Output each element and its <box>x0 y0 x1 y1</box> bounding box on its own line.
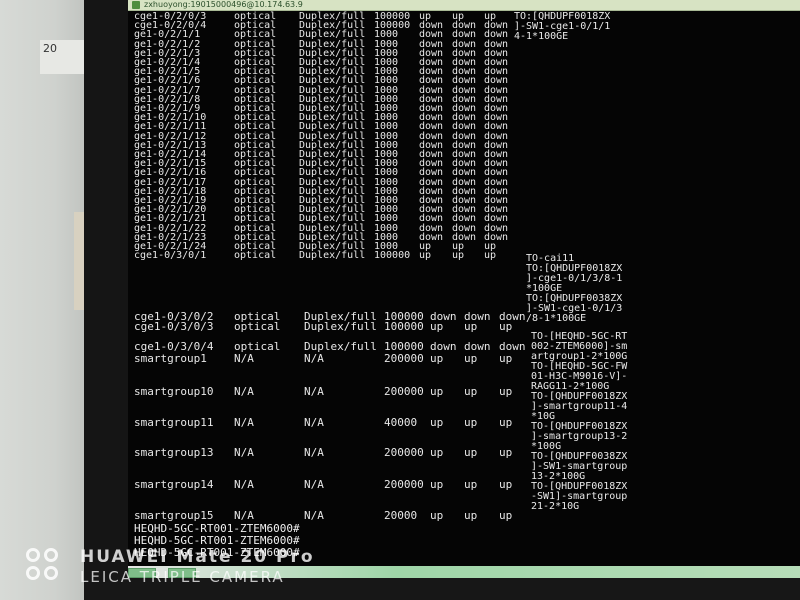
interface-port: cge1-0/3/0/1 <box>134 250 207 262</box>
interface-admin: up <box>430 416 444 429</box>
interface-port: smartgroup11 <box>134 416 214 429</box>
camera-logo-icon <box>26 548 62 584</box>
interface-phy: down <box>464 340 491 353</box>
interface-duplex: Duplex/full <box>304 340 377 353</box>
interface-type: N/A <box>234 352 254 365</box>
interface-admin: up <box>430 320 444 333</box>
interface-duplex: N/A <box>304 509 324 522</box>
watermark-camera: LEICA TRIPLE CAMERA <box>80 568 285 586</box>
interface-port: cge1-0/3/0/4 <box>134 340 214 353</box>
interface-speed: 40000 <box>384 416 418 429</box>
interface-admin: up <box>430 385 444 398</box>
interface-admin: up <box>430 509 444 522</box>
interface-admin: down <box>430 340 457 353</box>
interface-phy: up <box>464 416 478 429</box>
interface-speed: 20000 <box>384 509 418 522</box>
interface-proto: up <box>499 478 513 491</box>
interface-speed: 200000 <box>384 446 424 459</box>
interface-duplex: N/A <box>304 416 324 429</box>
interface-phy: up <box>464 385 478 398</box>
interface-speed: 100000 <box>384 340 424 353</box>
interface-proto: up <box>499 352 513 365</box>
interface-speed: 200000 <box>384 478 424 491</box>
interface-proto: down <box>499 340 526 353</box>
interface-admin: up <box>430 352 444 365</box>
watermark-model: HUAWEI Mate 20 Pro <box>80 547 315 567</box>
interface-phy: up <box>452 250 465 262</box>
interface-proto: up <box>499 416 513 429</box>
interface-type: N/A <box>234 478 254 491</box>
interface-proto: up <box>499 385 513 398</box>
interface-type: N/A <box>234 385 254 398</box>
interface-phy: up <box>464 320 478 333</box>
interface-speed: 200000 <box>384 352 424 365</box>
interface-description: TO-[HEQHD-5GC-RT 002-ZTEM6000]-sm artgro… <box>531 331 628 512</box>
interface-duplex: N/A <box>304 478 324 491</box>
interface-admin: up <box>430 478 444 491</box>
interface-speed: 100000 <box>374 250 411 262</box>
terminal-output[interactable]: cge1-0/2/0/3 optical Duplex/full 100000 up up… <box>134 12 794 572</box>
interface-duplex: Duplex/full <box>304 320 377 333</box>
terminal-window-title: zxhuoyong:19015000496@10.174.63.9 <box>144 0 303 9</box>
terminal-app-icon <box>132 1 140 9</box>
interface-duplex: N/A <box>304 352 324 365</box>
wall-note: 20 <box>40 40 88 74</box>
interface-port: smartgroup1 <box>134 352 207 365</box>
monitor-bezel <box>84 0 130 600</box>
interface-duplex: Duplex/full <box>299 250 366 262</box>
interface-speed: 200000 <box>384 385 424 398</box>
interface-port: smartgroup10 <box>134 385 214 398</box>
interface-phy: up <box>464 478 478 491</box>
terminal-title-bar: zxhuoyong:19015000496@10.174.63.9 <box>128 0 800 11</box>
interface-type: optical <box>234 250 277 262</box>
interface-phy: up <box>464 446 478 459</box>
interface-speed: 100000 <box>384 320 424 333</box>
interface-port: cge1-0/3/0/3 <box>134 320 214 333</box>
interface-admin: up <box>430 446 444 459</box>
interface-description: TO:[QHDUPF0038ZX ]-SW1-cge1-0/1/3 /8-1*1… <box>526 293 623 324</box>
interface-duplex: N/A <box>304 446 324 459</box>
interface-phy: up <box>464 509 478 522</box>
interface-proto: up <box>499 446 513 459</box>
interface-admin: up <box>419 250 432 262</box>
interface-port: smartgroup15 <box>134 509 214 522</box>
interface-proto: up <box>499 320 513 333</box>
interface-port: smartgroup14 <box>134 478 214 491</box>
interface-type: N/A <box>234 416 254 429</box>
interface-type: optical <box>234 340 281 353</box>
interface-type: N/A <box>234 446 254 459</box>
interface-description: TO-cai11 TO:[QHDUPF0018ZX ]-cge1-0/1/3/8… <box>526 253 623 294</box>
interface-phy: up <box>464 352 478 365</box>
interface-port: smartgroup13 <box>134 446 214 459</box>
interface-proto: up <box>499 509 513 522</box>
interface-duplex: N/A <box>304 385 324 398</box>
interface-proto: up <box>484 250 497 262</box>
interface-type: optical <box>234 320 281 333</box>
interface-type: N/A <box>234 509 254 522</box>
camera-watermark: HUAWEI Mate 20 Pro LEICA TRIPLE CAMERA <box>26 547 356 588</box>
monitor-screen: zxhuoyong:19015000496@10.174.63.9 cge1-0… <box>128 0 800 578</box>
interface-description: TO:[QHDUPF0018ZX ]-SW1-cge1-0/1/1 4-1*10… <box>514 11 611 42</box>
